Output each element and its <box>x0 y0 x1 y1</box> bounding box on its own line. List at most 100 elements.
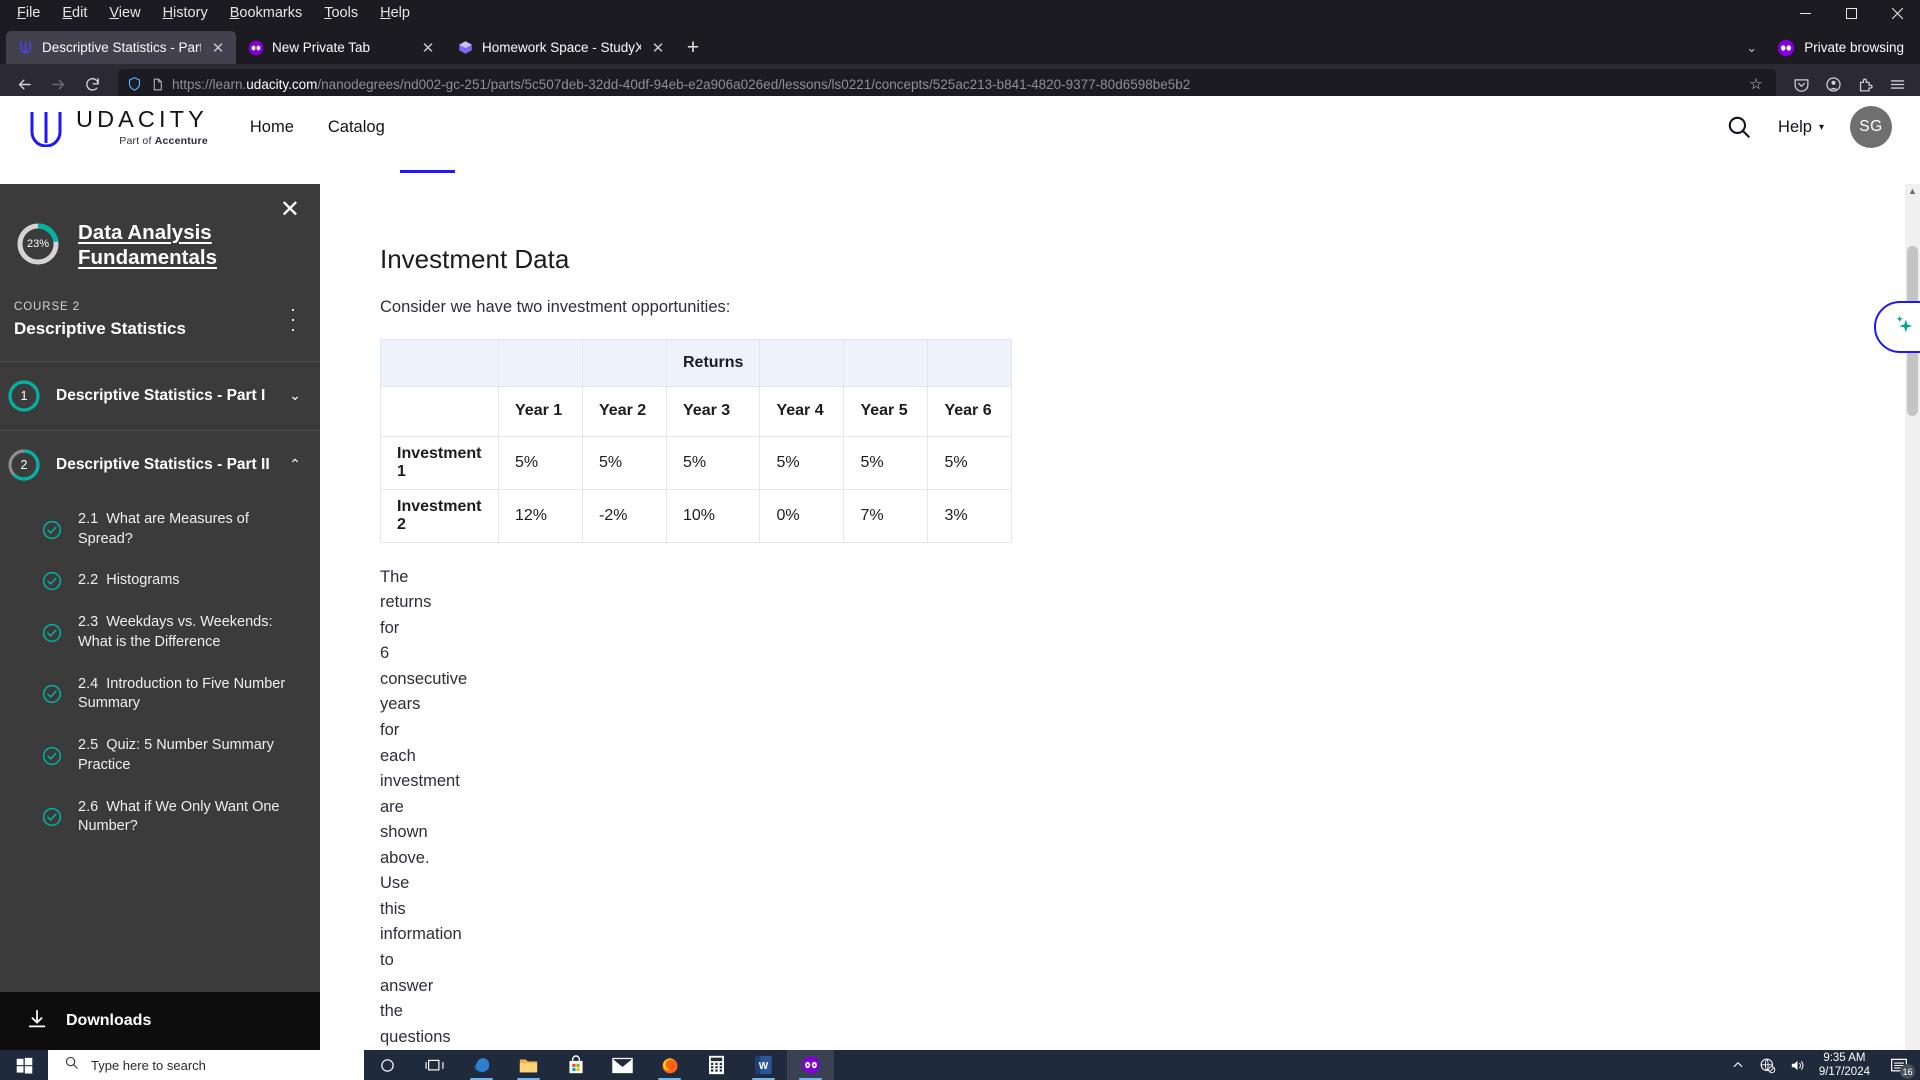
windows-taskbar: Type here to search W 9:35 AM 9/17/2024 … <box>0 1050 1920 1080</box>
sidebar-concept-2-5[interactable]: 2.5 Quiz: 5 Number Summary Practice <box>0 725 320 786</box>
sidebar-concept-2-1[interactable]: 2.1 What are Measures of Spread? <box>0 499 320 560</box>
shield-icon[interactable] <box>126 76 143 93</box>
table-cell: 3% <box>927 488 1013 543</box>
task-view-icon[interactable] <box>411 1050 458 1080</box>
bookmark-star-icon[interactable]: ☆ <box>1744 75 1768 93</box>
sidebar-lesson-2[interactable]: 2 Descriptive Statistics - Part II ⌃ <box>0 431 320 499</box>
minimize-button[interactable] <box>1782 0 1828 27</box>
tab-downloads[interactable]: Downloads <box>489 158 573 173</box>
logo-wordmark: UDACITY <box>76 105 208 132</box>
udacity-logo[interactable]: UDACITY Part of Accenture <box>28 105 208 148</box>
menu-edit[interactable]: Edit <box>51 3 98 24</box>
avatar[interactable]: SG <box>1850 106 1892 148</box>
browser-tab-3[interactable]: Homework Space - StudyX ✕ <box>446 31 676 64</box>
firefox-icon[interactable] <box>646 1050 693 1080</box>
cell-blank <box>843 338 929 387</box>
microsoft-store-icon[interactable] <box>552 1050 599 1080</box>
scroll-up-arrow[interactable]: ▲ <box>1905 186 1920 196</box>
url-bar[interactable]: https://learn.udacity.com/nanodegrees/nd… <box>118 69 1776 99</box>
menu-bookmarks[interactable]: Bookmarks <box>219 3 314 24</box>
menu-help[interactable]: Help <box>369 3 421 24</box>
firefox-private-icon[interactable] <box>787 1050 834 1080</box>
table-cell: 7% <box>843 488 929 543</box>
browser-tab-1[interactable]: Descriptive Statistics - Part II - C ✕ <box>6 31 236 64</box>
table-row: Investment 1 5% 5% 5% 5% 5% 5% <box>380 435 1013 490</box>
mail-icon[interactable] <box>599 1050 646 1080</box>
menu-view[interactable]: View <box>98 3 151 24</box>
nav-home[interactable]: Home <box>250 118 294 137</box>
table-group-header-row: Returns <box>380 338 1013 387</box>
cortana-icon[interactable] <box>364 1050 411 1080</box>
sidebar-concept-2-6[interactable]: 2.6 What if We Only Want One Number? <box>0 787 320 848</box>
lesson-number: 1 <box>20 388 28 403</box>
downloads-bar[interactable]: Downloads <box>0 992 320 1050</box>
sidebar-concept-2-2[interactable]: 2.2 Histograms <box>0 560 320 602</box>
download-icon <box>26 1008 48 1035</box>
help-label: Help <box>1778 117 1812 136</box>
lesson-number: 2 <box>20 457 28 472</box>
menu-history[interactable]: History <box>152 3 219 24</box>
udacity-logo-icon <box>28 109 64 148</box>
app-menu-icon[interactable] <box>1882 69 1912 99</box>
table-cell: 5% <box>927 435 1013 490</box>
table-cell: 5% <box>582 435 667 490</box>
taskbar-clock[interactable]: 9:35 AM 9/17/2024 <box>1813 1051 1882 1080</box>
sidebar-concept-2-4[interactable]: 2.4 Introduction to Five Number Summary <box>0 664 320 725</box>
chevron-down-icon[interactable]: ⌄ <box>284 387 306 404</box>
page-info-icon[interactable] <box>150 76 165 93</box>
network-blocked-icon[interactable] <box>1753 1050 1783 1080</box>
tab-title: Descriptive Statistics - Part II - C <box>42 40 201 55</box>
taskbar-search-box[interactable]: Type here to search <box>48 1050 364 1080</box>
edge-icon[interactable] <box>458 1050 505 1080</box>
concept-label: 2.4 Introduction to Five Number Summary <box>78 675 286 712</box>
close-tab-button[interactable]: ✕ <box>419 39 437 57</box>
col-header <box>380 385 499 437</box>
search-icon[interactable] <box>1726 114 1752 140</box>
nav-catalog[interactable]: Catalog <box>328 118 385 137</box>
maximize-button[interactable] <box>1828 0 1874 27</box>
check-circle-icon <box>42 571 62 591</box>
investment-data-table: Returns Year 1 Year 2 Year 3 Year 4 Year… <box>320 338 1745 543</box>
calculator-icon[interactable] <box>693 1050 740 1080</box>
windows-start-icon[interactable] <box>0 1050 48 1080</box>
notification-center-button[interactable]: 16 <box>1882 1050 1916 1080</box>
word-icon[interactable]: W <box>740 1050 787 1080</box>
table-cell: 5% <box>843 435 929 490</box>
close-sidebar-button[interactable]: ✕ <box>280 198 300 222</box>
ai-assistant-button[interactable] <box>1874 301 1920 353</box>
group-header-returns: Returns <box>665 338 761 387</box>
close-tab-button[interactable]: ✕ <box>209 39 227 57</box>
account-icon[interactable] <box>1818 69 1848 99</box>
concept-label: 2.3 Weekdays vs. Weekends: What is the D… <box>78 614 273 650</box>
close-window-button[interactable] <box>1874 0 1920 27</box>
sidebar-concept-2-3[interactable]: 2.3 Weekdays vs. Weekends: What is the D… <box>0 602 320 663</box>
svg-text:W: W <box>759 1061 769 1072</box>
table-cell: 5% <box>759 435 845 490</box>
row-label: Investment 2 <box>380 488 499 543</box>
close-tab-button[interactable]: ✕ <box>649 39 667 57</box>
cell-blank <box>498 338 583 387</box>
course-options-button[interactable]: · · · <box>284 300 302 339</box>
program-title-link[interactable]: Data Analysis Fundamentals <box>78 220 302 271</box>
browser-tab-2[interactable]: New Private Tab ✕ <box>236 31 446 64</box>
extensions-icon[interactable] <box>1850 69 1880 99</box>
file-explorer-icon[interactable] <box>505 1050 552 1080</box>
url-text[interactable]: https://learn.udacity.com/nanodegrees/nd… <box>172 77 1737 92</box>
chevron-down-icon[interactable]: ⌄ <box>1736 40 1767 56</box>
tab-lesson[interactable]: Lesson <box>400 158 455 173</box>
menu-tools[interactable]: Tools <box>313 3 369 24</box>
new-tab-button[interactable]: + <box>676 31 710 64</box>
chevron-up-icon[interactable]: ⌃ <box>284 456 306 473</box>
program-summary: 23% Data Analysis Fundamentals <box>0 184 320 271</box>
course-sidebar: ✕ 23% Data Analysis Fundamentals COURSE … <box>0 184 320 1050</box>
save-to-pocket-icon[interactable] <box>1786 69 1816 99</box>
chevron-up-icon[interactable] <box>1723 1050 1753 1080</box>
menu-file[interactable]: File <box>6 3 51 24</box>
logo-subtitle: Part of Accenture <box>119 135 208 148</box>
browser-toolbar-icons <box>1786 69 1912 99</box>
volume-icon[interactable] <box>1783 1050 1813 1080</box>
help-menu[interactable]: Help ▾ <box>1778 118 1824 137</box>
downloads-label: Downloads <box>66 1012 152 1029</box>
notification-count: 16 <box>1900 1064 1915 1079</box>
sidebar-lesson-1[interactable]: 1 Descriptive Statistics - Part I ⌄ <box>0 362 320 430</box>
